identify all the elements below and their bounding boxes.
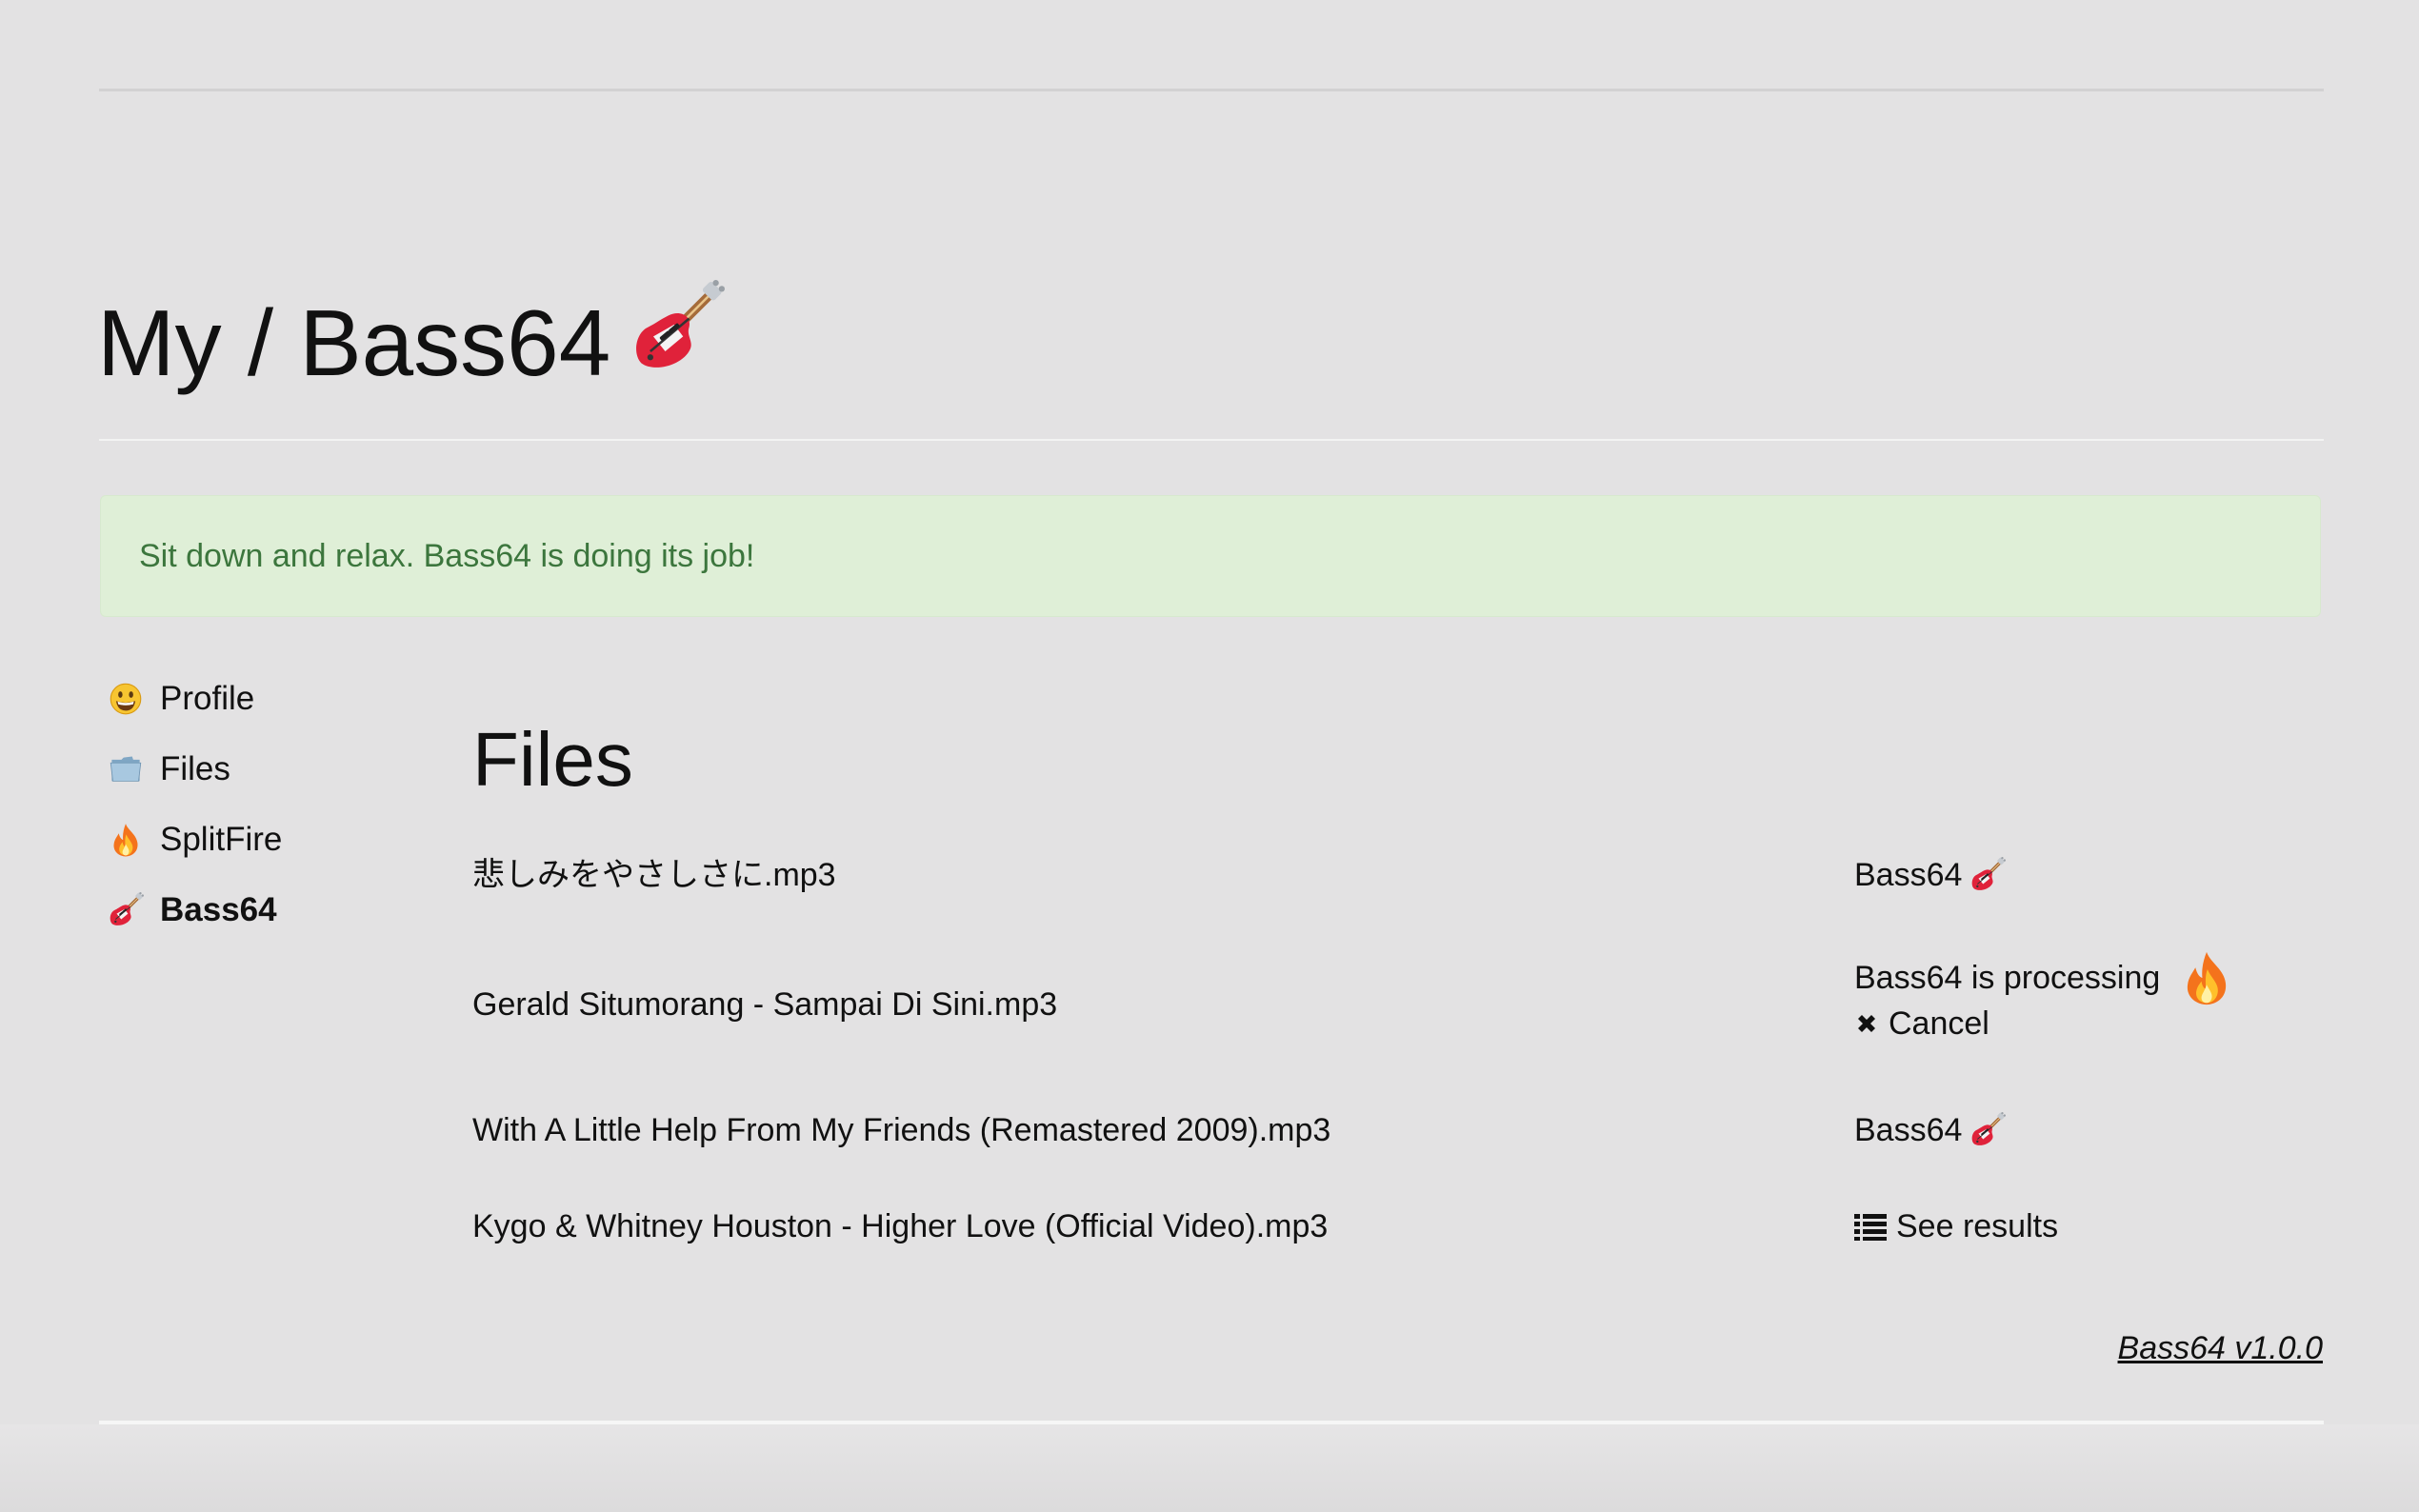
page-title-text: My / Bass64 — [97, 290, 611, 395]
sidebar-item-files[interactable]: Files — [107, 743, 230, 796]
title-divider — [99, 439, 2324, 441]
files-heading: Files — [472, 717, 633, 802]
file-name: Kygo & Whitney Houston - Higher Love (Of… — [472, 1208, 1329, 1244]
smiley-face-icon — [107, 680, 145, 718]
sidebar-item-label: Bass64 — [160, 891, 277, 928]
bass-guitar-icon — [1969, 857, 2006, 893]
file-status: Bass64 — [1854, 1109, 2006, 1151]
fire-icon — [107, 821, 145, 859]
sidebar-item-label: Profile — [160, 680, 255, 717]
file-status: Bass64 — [1854, 854, 2006, 896]
see-results-label: See results — [1896, 1208, 2059, 1244]
status-text: Bass64 — [1854, 857, 1963, 893]
page-title: My / Bass64 — [97, 286, 725, 400]
file-status: Bass64 is processing Cancel — [1854, 955, 2234, 1046]
sidebar-item-label: Files — [160, 750, 230, 787]
cancel-label: Cancel — [1889, 1005, 1989, 1042]
sidebar-item-label: SplitFire — [160, 821, 283, 858]
file-name: Gerald Situmorang - Sampai Di Sini.mp3 — [472, 986, 1058, 1023]
version-link[interactable]: Bass64 v1.0.0 — [2118, 1327, 2323, 1369]
bass-guitar-icon — [630, 280, 725, 400]
cancel-button[interactable]: Cancel — [1854, 1003, 1989, 1044]
footer-shade — [0, 1424, 2419, 1512]
file-name: With A Little Help From My Friends (Rema… — [472, 1112, 1331, 1148]
sidebar-item-splitfire[interactable]: SplitFire — [107, 813, 282, 866]
status-text: Bass64 is processing — [1854, 960, 2161, 996]
see-results-link[interactable]: See results — [1854, 1205, 2058, 1247]
fire-icon — [2179, 950, 2234, 1005]
file-name: 悲しみをやさしさに.mp3 — [472, 857, 836, 893]
top-divider — [99, 89, 2324, 91]
list-icon — [1854, 1212, 1887, 1241]
file-status: See results — [1854, 1205, 2058, 1247]
bass-guitar-icon — [107, 891, 145, 929]
folder-icon — [107, 750, 145, 788]
bass-guitar-icon — [1969, 1112, 2006, 1148]
close-icon — [1854, 1011, 1879, 1036]
status-text: Bass64 — [1854, 1112, 1963, 1148]
sidebar-item-bass64[interactable]: Bass64 — [107, 884, 277, 937]
sidebar-item-profile[interactable]: Profile — [107, 672, 254, 726]
alert-message: Sit down and relax. Bass64 is doing its … — [139, 538, 755, 574]
success-alert: Sit down and relax. Bass64 is doing its … — [100, 495, 2321, 617]
